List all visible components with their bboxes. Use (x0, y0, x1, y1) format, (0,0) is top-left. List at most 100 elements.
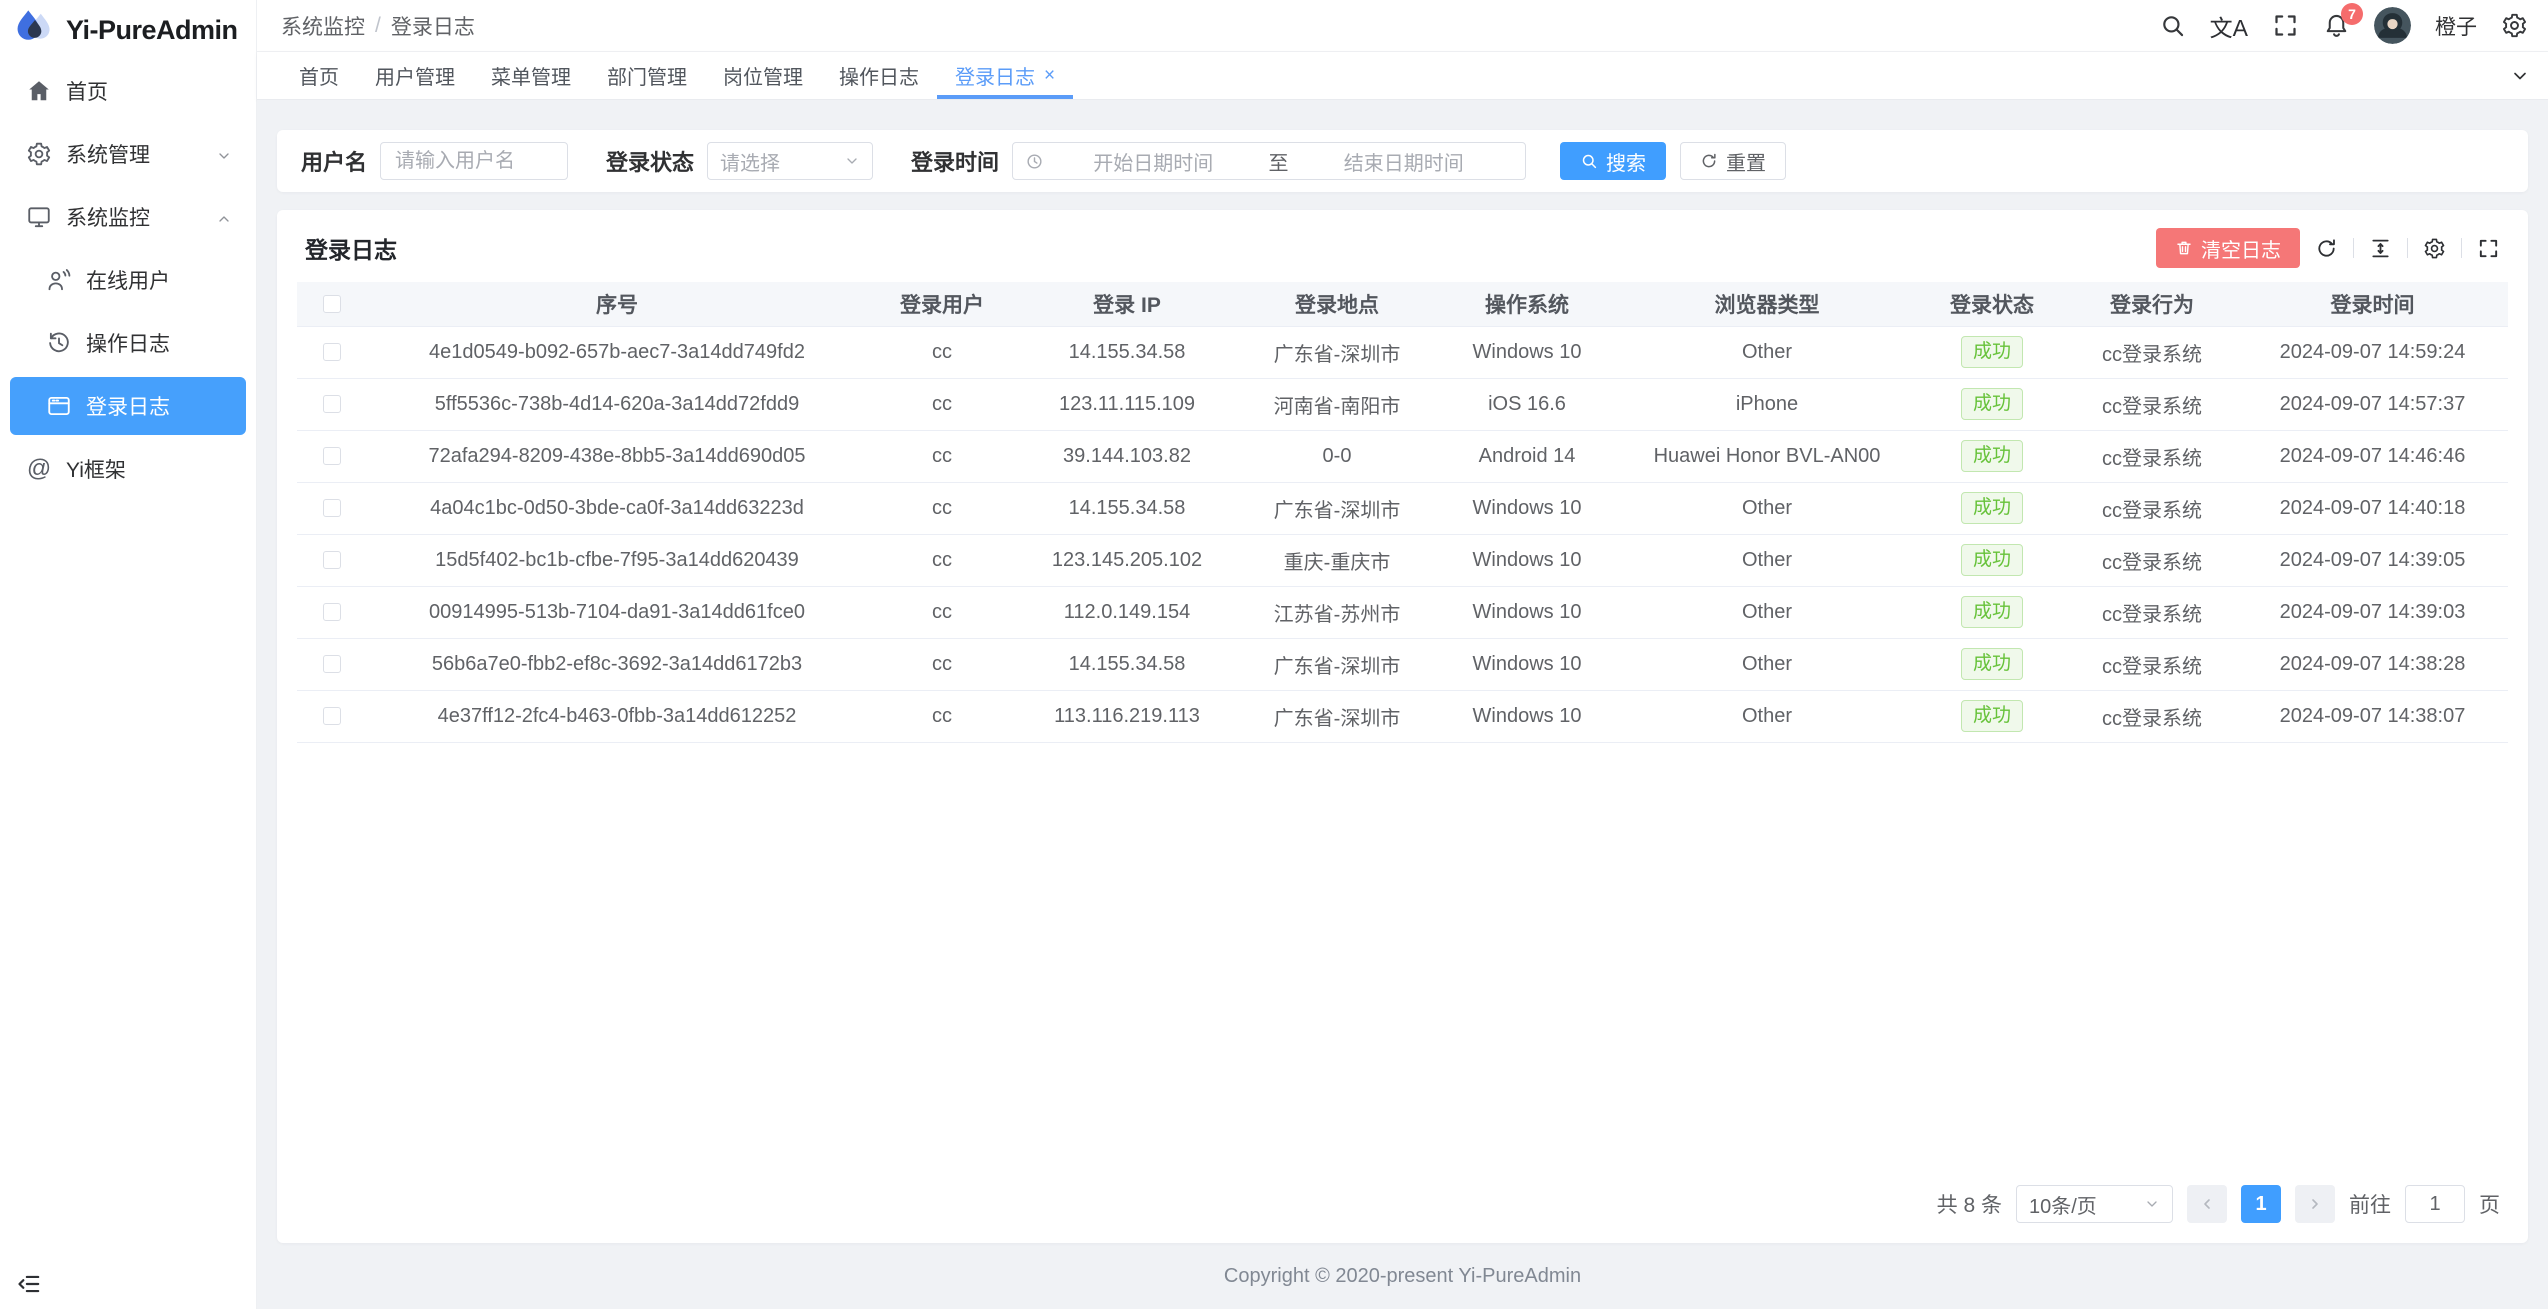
sidebar-item-label: 首页 (66, 76, 108, 106)
search-button[interactable]: 搜索 (1560, 142, 1666, 180)
table-row: 4e1d0549-b092-657b-aec7-3a14dd749fd2 cc … (297, 326, 2508, 378)
header-login-location: 登录地点 (1237, 282, 1437, 326)
sidebar-item-operation-logs[interactable]: 操作日志 (10, 314, 246, 372)
search-icon[interactable] (2159, 12, 2186, 39)
cell-behavior: cc登录系统 (2067, 586, 2237, 638)
tab-user-mgmt[interactable]: 用户管理 (357, 52, 473, 99)
cell-checkbox (297, 430, 367, 482)
cell-user: cc (867, 482, 1017, 534)
page-size-select[interactable]: 10条/页 (2016, 1185, 2173, 1223)
app-root: Yi-PureAdmin 首页 系统管理 (0, 0, 2548, 1309)
tab-actions-dropdown[interactable] (2510, 52, 2548, 99)
settings-gear-icon[interactable] (2501, 12, 2528, 39)
cell-uuid: 5ff5536c-738b-4d14-620a-3a14dd72fdd9 (367, 378, 867, 430)
refresh-icon[interactable] (2315, 237, 2338, 260)
cell-location: 0-0 (1237, 430, 1437, 482)
notification-bell-icon[interactable]: 7 (2323, 12, 2350, 39)
avatar[interactable] (2374, 7, 2411, 44)
sidebar-item-label: 操作日志 (86, 328, 170, 358)
cell-checkbox (297, 638, 367, 690)
tab-operation-logs[interactable]: 操作日志 (821, 52, 937, 99)
sidebar-item-system-mgmt[interactable]: 系统管理 (10, 125, 246, 183)
tab-login-logs[interactable]: 登录日志 × (937, 52, 1073, 99)
sidebar-item-home[interactable]: 首页 (10, 62, 246, 120)
row-checkbox[interactable] (323, 655, 341, 673)
date-range-picker[interactable]: 开始日期时间 至 结束日期时间 (1012, 142, 1526, 180)
row-checkbox[interactable] (323, 447, 341, 465)
tab-home[interactable]: 首页 (281, 52, 357, 99)
goto-page-input[interactable] (2405, 1185, 2465, 1223)
cell-os: Windows 10 (1437, 586, 1617, 638)
tab-dept-mgmt[interactable]: 部门管理 (589, 52, 705, 99)
cell-ip: 14.155.34.58 (1017, 638, 1237, 690)
cell-checkbox (297, 378, 367, 430)
status-badge: 成功 (1961, 336, 2023, 369)
cell-status: 成功 (1917, 638, 2067, 690)
row-checkbox[interactable] (323, 499, 341, 517)
header-login-user: 登录用户 (867, 282, 1017, 326)
header-login-time: 登录时间 (2237, 282, 2508, 326)
notification-badge: 7 (2341, 3, 2363, 25)
cell-checkbox (297, 586, 367, 638)
cell-status: 成功 (1917, 430, 2067, 482)
row-checkbox[interactable] (323, 707, 341, 725)
username-input[interactable] (380, 142, 568, 180)
cell-ip: 123.145.205.102 (1017, 534, 1237, 586)
prev-page-button[interactable] (2187, 1185, 2227, 1223)
tab-menu-mgmt[interactable]: 菜单管理 (473, 52, 589, 99)
cell-status: 成功 (1917, 482, 2067, 534)
breadcrumb: 系统监控 / 登录日志 (281, 11, 475, 41)
row-checkbox[interactable] (323, 551, 341, 569)
reset-button[interactable]: 重置 (1680, 142, 1786, 180)
cell-time: 2024-09-07 14:57:37 (2237, 378, 2508, 430)
pagination-total: 共 8 条 (1937, 1189, 2002, 1219)
card-title: 登录日志 (305, 231, 397, 265)
select-all-checkbox[interactable] (323, 295, 341, 313)
cell-user: cc (867, 638, 1017, 690)
header-serial: 序号 (367, 282, 867, 326)
sidebar-item-yi-framework[interactable]: @ Yi框架 (10, 440, 246, 498)
status-select[interactable]: 请选择 (707, 142, 873, 180)
divider (2353, 238, 2354, 258)
cell-ip: 14.155.34.58 (1017, 326, 1237, 378)
column-settings-gear-icon[interactable] (2423, 237, 2446, 260)
next-page-button[interactable] (2295, 1185, 2335, 1223)
cell-uuid: 4a04c1bc-0d50-3bde-ca0f-3a14dd63223d (367, 482, 867, 534)
row-checkbox[interactable] (323, 603, 341, 621)
breadcrumb-separator: / (375, 14, 381, 38)
start-date-input[interactable]: 开始日期时间 (1044, 147, 1263, 176)
density-icon[interactable] (2369, 237, 2392, 260)
tab-post-mgmt[interactable]: 岗位管理 (705, 52, 821, 99)
end-date-input[interactable]: 结束日期时间 (1295, 147, 1514, 176)
cell-ip: 112.0.149.154 (1017, 586, 1237, 638)
menu-fold-icon[interactable] (16, 1271, 42, 1297)
fullscreen-icon[interactable] (2272, 12, 2299, 39)
time-form-item: 登录时间 开始日期时间 至 结束日期时间 (911, 142, 1526, 180)
username[interactable]: 橙子 (2435, 11, 2477, 41)
table-row: 56b6a7e0-fbb2-ef8c-3692-3a14dd6172b3 cc … (297, 638, 2508, 690)
page-number-current[interactable]: 1 (2241, 1185, 2281, 1223)
sidebar-item-login-logs[interactable]: 登录日志 (10, 377, 246, 435)
table-row: 4a04c1bc-0d50-3bde-ca0f-3a14dd63223d cc … (297, 482, 2508, 534)
sidebar-item-label: 在线用户 (86, 265, 170, 295)
table-row: 00914995-513b-7104-da91-3a14dd61fce0 cc … (297, 586, 2508, 638)
card-header: 登录日志 清空日志 (277, 210, 2528, 282)
sidebar-item-online-users[interactable]: 在线用户 (10, 251, 246, 309)
date-range-separator: 至 (1263, 147, 1295, 176)
work-area: 用户名 登录状态 请选择 登录时间 (257, 100, 2548, 1309)
table-fullscreen-icon[interactable] (2477, 237, 2500, 260)
cell-uuid: 56b6a7e0-fbb2-ef8c-3692-3a14dd6172b3 (367, 638, 867, 690)
logo[interactable]: Yi-PureAdmin (0, 0, 256, 60)
cell-behavior: cc登录系统 (2067, 378, 2237, 430)
row-checkbox[interactable] (323, 343, 341, 361)
row-checkbox[interactable] (323, 395, 341, 413)
user-voice-icon (46, 267, 72, 293)
breadcrumb-item[interactable]: 系统监控 (281, 11, 365, 41)
translate-icon[interactable]: 文A (2210, 9, 2248, 43)
cell-status: 成功 (1917, 586, 2067, 638)
sidebar: Yi-PureAdmin 首页 系统管理 (0, 0, 257, 1309)
sidebar-item-system-monitor[interactable]: 系统监控 (10, 188, 246, 246)
tab-close-icon[interactable]: × (1044, 65, 1055, 87)
clear-logs-button[interactable]: 清空日志 (2156, 228, 2300, 268)
cell-time: 2024-09-07 14:38:28 (2237, 638, 2508, 690)
